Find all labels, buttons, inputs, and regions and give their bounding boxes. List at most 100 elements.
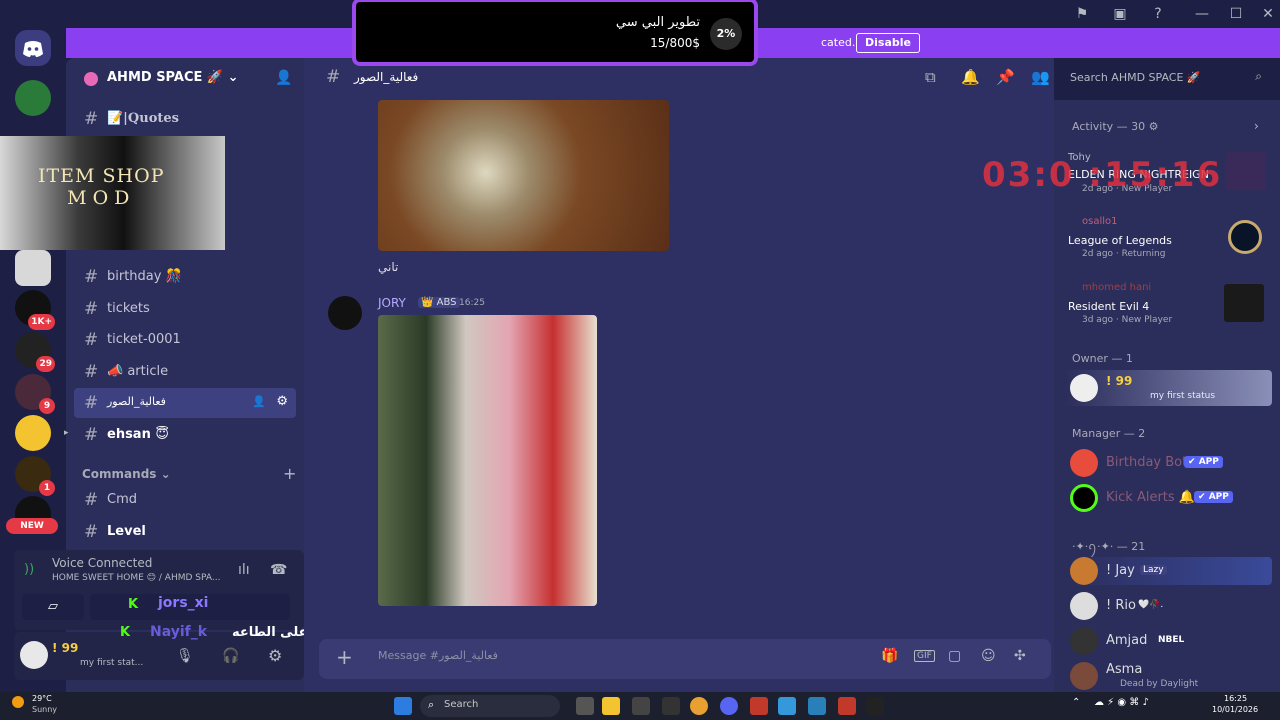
weather-temp[interactable]: 29°C [32, 694, 52, 703]
gif-icon[interactable]: GIF [914, 650, 935, 662]
avatar[interactable] [20, 641, 48, 669]
disconnect-icon[interactable]: ☎ [270, 562, 287, 578]
mention-badge: 29 [36, 356, 55, 372]
hash-icon: # [84, 425, 99, 445]
help-icon[interactable]: ? [1146, 4, 1170, 24]
channel-birthday[interactable]: # birthday 🎊 [74, 262, 296, 292]
member-item[interactable]: Amjad NBEL [1068, 627, 1272, 655]
server-icon[interactable] [15, 250, 51, 286]
item-shop-label: ITEM SHOP MOD [38, 165, 165, 209]
taskbar-search[interactable]: ⌕ Search [420, 695, 560, 717]
member-item[interactable]: ! Jay Lazy [1066, 557, 1272, 585]
activity-item[interactable]: osallo1 League of Legends 2d ago · Retur… [1068, 216, 1272, 262]
bell-icon[interactable]: 🔔 [961, 68, 980, 86]
user-status: my first stat... [80, 658, 144, 668]
add-member-icon[interactable]: 👤 [275, 70, 292, 86]
gear-icon[interactable]: ⚙ [268, 646, 282, 665]
member-list-icon[interactable]: 👥 [1031, 68, 1050, 86]
search-icon: ⌕ [428, 698, 435, 711]
hash-icon: # [84, 330, 99, 350]
channel-cmd[interactable]: # Cmd [74, 485, 296, 515]
category-commands[interactable]: Commands ⌄ [82, 467, 171, 481]
message-image[interactable] [378, 100, 669, 251]
headset-icon[interactable]: 🎧 [222, 648, 239, 664]
task-view-icon[interactable] [576, 697, 594, 715]
activity-header[interactable]: Activity — 30 ⚙ [1072, 120, 1159, 133]
activity-item[interactable]: mhomed hani Resident Evil 4 3d ago · New… [1068, 282, 1272, 328]
tray-chevron-icon[interactable]: ⌃ [1072, 697, 1080, 708]
file-explorer-icon[interactable] [602, 697, 620, 715]
member-item[interactable]: Birthday Bot ✔ APP [1068, 449, 1272, 477]
server-icon[interactable]: 1 [15, 456, 55, 496]
member-item[interactable]: Asma Dead by Daylight [1068, 662, 1272, 690]
app-icon[interactable] [632, 697, 650, 715]
avatar[interactable] [328, 296, 362, 330]
sticker-icon[interactable]: ▢ [948, 648, 961, 664]
pin-icon[interactable]: 📌 [996, 68, 1015, 86]
avatar [1070, 374, 1098, 402]
goal-title: تطوير البي سي [615, 15, 700, 30]
maximize-button[interactable]: ☐ [1224, 4, 1248, 24]
gear-icon[interactable]: ⚙ [276, 394, 288, 409]
channel-photos-event[interactable]: # فعالية_الصور 👤 ⚙ [74, 388, 296, 418]
goal-percent: 2% [710, 18, 742, 50]
close-window-button[interactable]: ✕ [1256, 4, 1280, 24]
gift-icon[interactable]: 🎁 [881, 648, 898, 664]
voice-status[interactable]: Voice Connected [52, 556, 152, 570]
channel-level[interactable]: # Level [74, 517, 296, 547]
message-author[interactable]: JORY [378, 296, 406, 310]
app-icon[interactable] [750, 697, 768, 715]
invite-icon[interactable]: 👤 [252, 395, 266, 408]
camera-off-icon[interactable]: ▱ [22, 594, 84, 620]
threads-icon[interactable]: ⧉ [925, 68, 936, 86]
channel-article[interactable]: # 📣 article [74, 357, 296, 387]
soundboard-icon[interactable]: ılı [238, 562, 250, 578]
server-icon-small [84, 72, 98, 86]
chevron-right-icon[interactable]: › [1254, 119, 1259, 133]
emoji-icon[interactable]: ☺ [981, 648, 996, 664]
app-icon[interactable] [778, 697, 796, 715]
server-name[interactable]: AHMD SPACE 🚀 ⌄ [107, 70, 239, 85]
server-icon[interactable] [15, 80, 51, 116]
avatar [1070, 592, 1098, 620]
clock-time[interactable]: 16:25 [1224, 694, 1247, 703]
server-icon[interactable]: 9 [15, 374, 55, 414]
member-item[interactable]: Kick Alerts 🔔 ✔ APP [1068, 484, 1272, 512]
message-image[interactable] [378, 315, 597, 606]
channel-tickets[interactable]: # tickets [74, 294, 296, 324]
chrome-icon[interactable] [690, 697, 708, 715]
server-icon[interactable]: 29 [15, 332, 55, 372]
search-box[interactable]: Search AHMD SPACE 🚀 ⌕ [1062, 66, 1270, 90]
server-icon[interactable] [15, 415, 51, 451]
mention-badge: 1K+ [28, 314, 55, 330]
discord-home-icon[interactable] [15, 30, 51, 66]
microphone-icon[interactable]: 🎙 [176, 648, 194, 664]
channel-quotes[interactable]: # 📝|Quotes [74, 104, 296, 134]
avatar [1070, 557, 1098, 585]
message-input[interactable]: Message #فعالية_الصور [378, 649, 498, 662]
message-timestamp: 16:25 [459, 298, 485, 308]
windows-start-icon[interactable] [394, 697, 412, 715]
search-icon: ⌕ [1255, 69, 1262, 83]
member-owner[interactable]: ! 99 my first status [1066, 370, 1272, 406]
inbox-icon[interactable]: ⚑ [1070, 4, 1094, 24]
screen-share-icon[interactable]: ▣ [1108, 4, 1132, 24]
discord-icon[interactable] [720, 697, 738, 715]
group-header: ·✦·ꪆ·✦· — 21 [1072, 540, 1146, 553]
app-icon[interactable] [866, 697, 884, 715]
minimize-button[interactable]: — [1190, 4, 1214, 24]
tray-icons[interactable]: ☁ ⚡ ◉ ⌘ ♪ [1094, 697, 1149, 708]
apps-icon[interactable]: ✣ [1014, 648, 1026, 664]
game-art [1228, 220, 1262, 254]
member-item[interactable]: ! Rio 🤍🥀. [1068, 592, 1272, 620]
app-icon[interactable] [808, 697, 826, 715]
add-attachment-icon[interactable]: + [336, 645, 353, 669]
disable-button[interactable]: Disable [856, 33, 920, 53]
channel-ehsan[interactable]: # ehsan 😇 [74, 420, 296, 450]
app-icon[interactable] [662, 697, 680, 715]
channel-ticket-0001[interactable]: # ticket-0001 [74, 325, 296, 355]
server-icon[interactable]: 1K+ [15, 290, 55, 330]
app-icon[interactable] [838, 697, 856, 715]
add-channel-icon[interactable]: + [283, 464, 296, 483]
avatar [1070, 449, 1098, 477]
